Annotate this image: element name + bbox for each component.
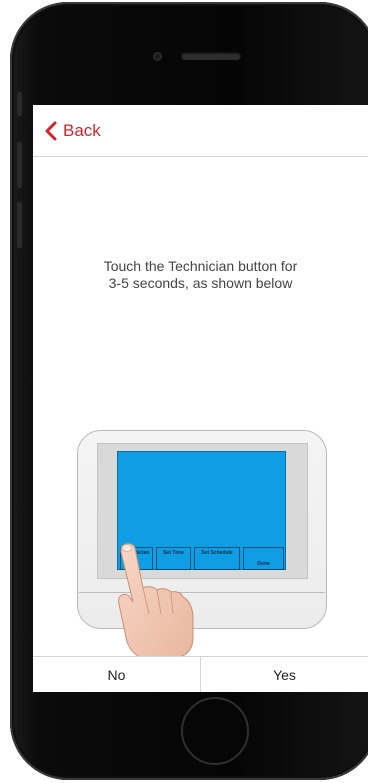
instruction-line-1: Touch the Technician button for — [103, 258, 298, 274]
pointing-hand-icon — [118, 543, 194, 658]
set-schedule-key: Set Schedule — [194, 547, 240, 570]
mute-switch — [17, 92, 22, 116]
thermostat-illustration: Technician Set Time Set Schedule Done — [77, 430, 327, 658]
app-stage: Back Touch the Technician button for 3-5… — [0, 0, 368, 783]
app-screen: Back Touch the Technician button for 3-5… — [33, 105, 368, 692]
volume-down-button — [17, 202, 22, 248]
yes-button[interactable]: Yes — [200, 657, 368, 692]
instruction-line-2: 3-5 seconds, as shown below — [108, 275, 293, 291]
choice-bar: No Yes — [33, 656, 368, 692]
chevron-left-icon — [45, 121, 57, 141]
volume-up-button — [17, 142, 22, 188]
back-button[interactable]: Back — [41, 119, 101, 143]
instruction-text: Touch the Technician button for 3-5 seco… — [33, 258, 368, 292]
front-camera-icon — [153, 52, 162, 61]
nav-bar: Back — [33, 105, 368, 157]
home-button[interactable] — [181, 697, 249, 765]
done-key: Done — [243, 547, 284, 570]
earpiece-speaker — [181, 52, 241, 60]
back-label: Back — [63, 121, 101, 140]
no-button[interactable]: No — [33, 657, 200, 692]
